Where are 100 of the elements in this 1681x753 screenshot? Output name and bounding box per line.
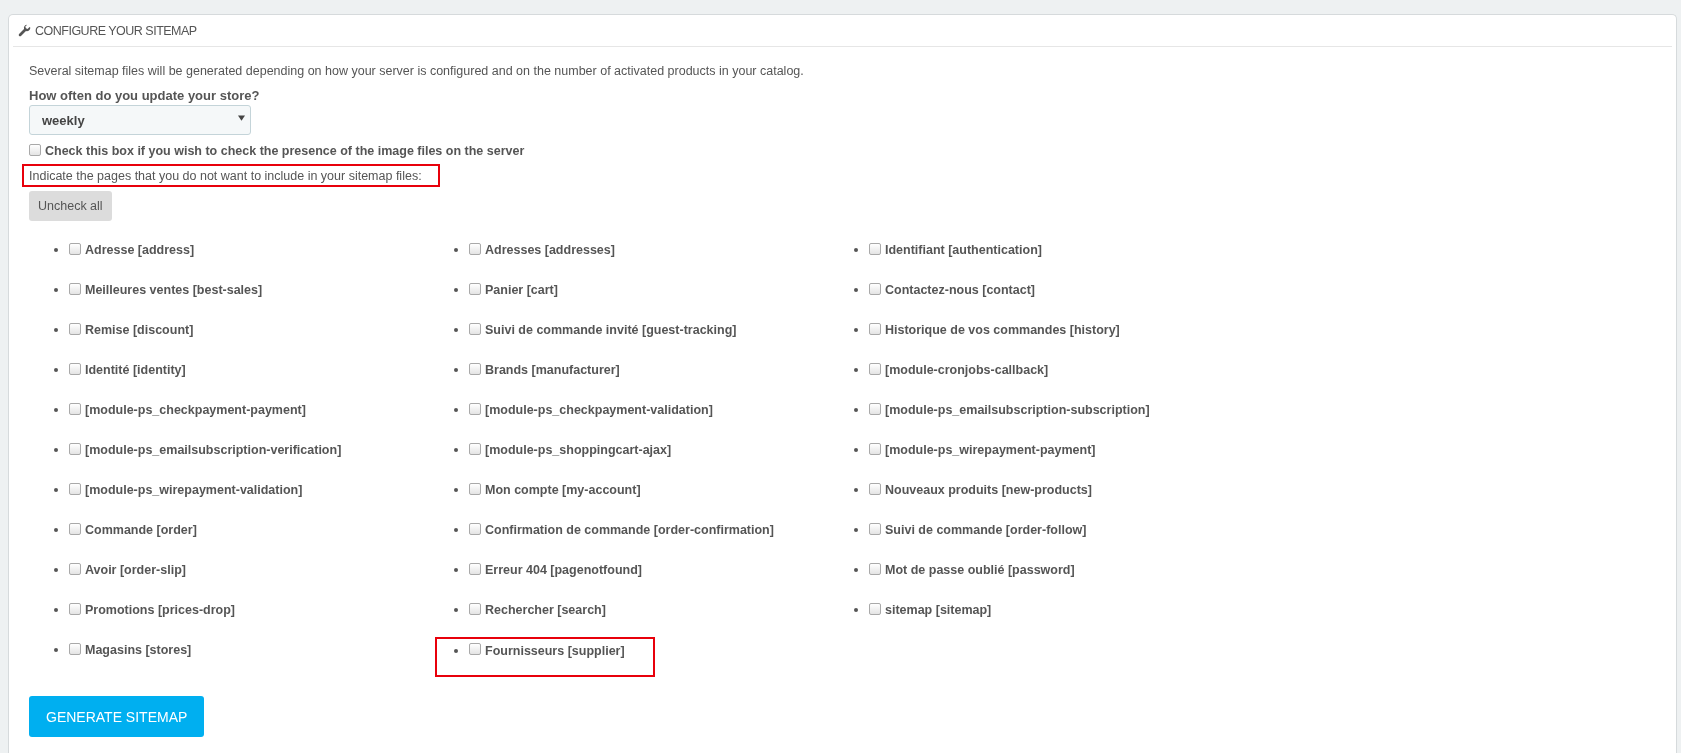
- checkbox[interactable]: [29, 143, 41, 156]
- bullet-icon: [454, 248, 458, 252]
- bullet-icon: [54, 488, 58, 492]
- checkbox-label: [module-ps_checkpayment-payment]: [85, 403, 306, 417]
- checkbox-label: Meilleures ventes [best-sales]: [85, 283, 263, 297]
- checkbox[interactable]: [869, 562, 881, 575]
- checkbox-label: Nouveaux produits [new-products]: [885, 483, 1092, 497]
- checkbox[interactable]: [469, 522, 481, 535]
- checkbox[interactable]: [869, 442, 881, 455]
- frequency-select[interactable]: weekly: [29, 105, 251, 135]
- caret-icon: [238, 115, 245, 121]
- checkbox-label: Avoir [order-slip]: [85, 563, 186, 577]
- field-label: How often do you update your store?: [29, 87, 260, 105]
- checkbox[interactable]: [469, 643, 481, 655]
- checkbox[interactable]: [469, 562, 481, 575]
- bullet-icon: [454, 368, 458, 372]
- checkbox[interactable]: [69, 282, 81, 295]
- checkbox[interactable]: [869, 242, 881, 255]
- checkbox[interactable]: [69, 642, 81, 655]
- checkbox-label: Panier [cart]: [485, 283, 558, 297]
- bullet-icon: [454, 649, 458, 653]
- checkbox-label: [module-cronjobs-callback]: [885, 363, 1049, 377]
- bullet-icon: [454, 568, 458, 572]
- checkbox-label: Promotions [prices-drop]: [85, 603, 235, 617]
- checkbox-label: Identifiant [authentication]: [885, 243, 1042, 257]
- checkbox[interactable]: [69, 442, 81, 455]
- bullet-icon: [54, 408, 58, 412]
- checkbox[interactable]: [69, 482, 81, 495]
- bullet-icon: [54, 528, 58, 532]
- bullet-icon: [854, 328, 858, 332]
- instruction-text: Indicate the pages that you do not want to include in your sitemap files:: [29, 168, 422, 183]
- bullet-icon: [854, 448, 858, 452]
- checkbox[interactable]: [469, 242, 481, 255]
- checkbox[interactable]: [69, 362, 81, 375]
- checkbox-label: sitemap [sitemap]: [885, 603, 992, 617]
- checkbox[interactable]: [69, 562, 81, 575]
- checkbox[interactable]: [69, 522, 81, 535]
- checkbox[interactable]: [469, 362, 481, 375]
- bullet-icon: [54, 448, 58, 452]
- checkbox-label: Remise [discount]: [85, 323, 194, 337]
- bullet-icon: [54, 608, 58, 612]
- bullet-icon: [54, 328, 58, 332]
- checkbox-label: Mon compte [my-account]: [485, 483, 641, 497]
- bullet-icon: [54, 368, 58, 372]
- bullet-icon: [454, 328, 458, 332]
- checkbox[interactable]: [869, 482, 881, 495]
- bullet-icon: [854, 568, 858, 572]
- bullet-icon: [854, 248, 858, 252]
- checkbox-label: Adresse [address]: [85, 243, 195, 257]
- bullet-icon: [54, 648, 58, 652]
- bullet-icon: [854, 288, 858, 292]
- checkbox-label: [module-ps_checkpayment-validation]: [485, 403, 713, 417]
- checkbox[interactable]: [69, 402, 81, 415]
- checkbox[interactable]: [69, 242, 81, 255]
- bullet-icon: [854, 368, 858, 372]
- checkbox-label: Check this box if you wish to check the presence of the image files on the server: [45, 144, 525, 158]
- checkbox-label: Historique de vos commandes [history]: [885, 323, 1120, 337]
- bullet-icon: [54, 288, 58, 292]
- bullet-icon: [854, 528, 858, 532]
- bullet-icon: [454, 488, 458, 492]
- bullet-icon: [854, 608, 858, 612]
- checkbox[interactable]: [469, 402, 481, 415]
- checkbox-label: Mot de passe oublié [password]: [885, 563, 1075, 577]
- checkbox[interactable]: [869, 522, 881, 535]
- checkbox[interactable]: [869, 362, 881, 375]
- checkbox-label: Contactez-nous [contact]: [885, 283, 1035, 297]
- checkbox-label: Commande [order]: [85, 523, 197, 537]
- checkbox[interactable]: [469, 602, 481, 615]
- checkbox-label: Suivi de commande [order-follow]: [885, 523, 1087, 537]
- description-text: Several sitemap files will be generated depending on how your server is configured and on the number of activated products in your catalog.: [29, 63, 804, 80]
- bullet-icon: [854, 488, 858, 492]
- checkbox[interactable]: [69, 602, 81, 615]
- checkbox[interactable]: [469, 282, 481, 295]
- checkbox[interactable]: [469, 442, 481, 455]
- checkbox[interactable]: [869, 282, 881, 295]
- panel-title: CONFIGURE YOUR SITEMAP: [35, 23, 197, 38]
- checkbox[interactable]: [69, 322, 81, 335]
- uncheck-all-button[interactable]: Uncheck all: [29, 191, 112, 221]
- checkbox-label: Rechercher [search]: [485, 603, 606, 617]
- bullet-icon: [54, 248, 58, 252]
- checkbox-label: [module-ps_shoppingcart-ajax]: [485, 443, 672, 457]
- checkbox[interactable]: [869, 402, 881, 415]
- checkbox[interactable]: [469, 482, 481, 495]
- bullet-icon: [454, 608, 458, 612]
- checkbox-label: Fournisseurs [supplier]: [485, 643, 625, 660]
- wrench-icon: [18, 24, 31, 37]
- checkbox-label: [module-ps_wirepayment-validation]: [85, 483, 303, 497]
- checkbox[interactable]: [869, 322, 881, 335]
- checkbox-label: Identité [identity]: [85, 363, 186, 377]
- checkbox-label: [module-ps_emailsubscription-verification]: [85, 443, 342, 457]
- checkbox[interactable]: [469, 322, 481, 335]
- checkbox-label: Erreur 404 [pagenotfound]: [485, 563, 642, 577]
- checkbox-label: Magasins [stores]: [85, 643, 192, 657]
- bullet-icon: [454, 528, 458, 532]
- checkbox-label: Adresses [addresses]: [485, 243, 615, 257]
- bullet-icon: [454, 448, 458, 452]
- checkbox-label: Brands [manufacturer]: [485, 363, 620, 377]
- checkbox-label: [module-ps_wirepayment-payment]: [885, 443, 1096, 457]
- checkbox-label: Suivi de commande invité [guest-tracking]: [485, 323, 737, 337]
- checkbox[interactable]: [869, 602, 881, 615]
